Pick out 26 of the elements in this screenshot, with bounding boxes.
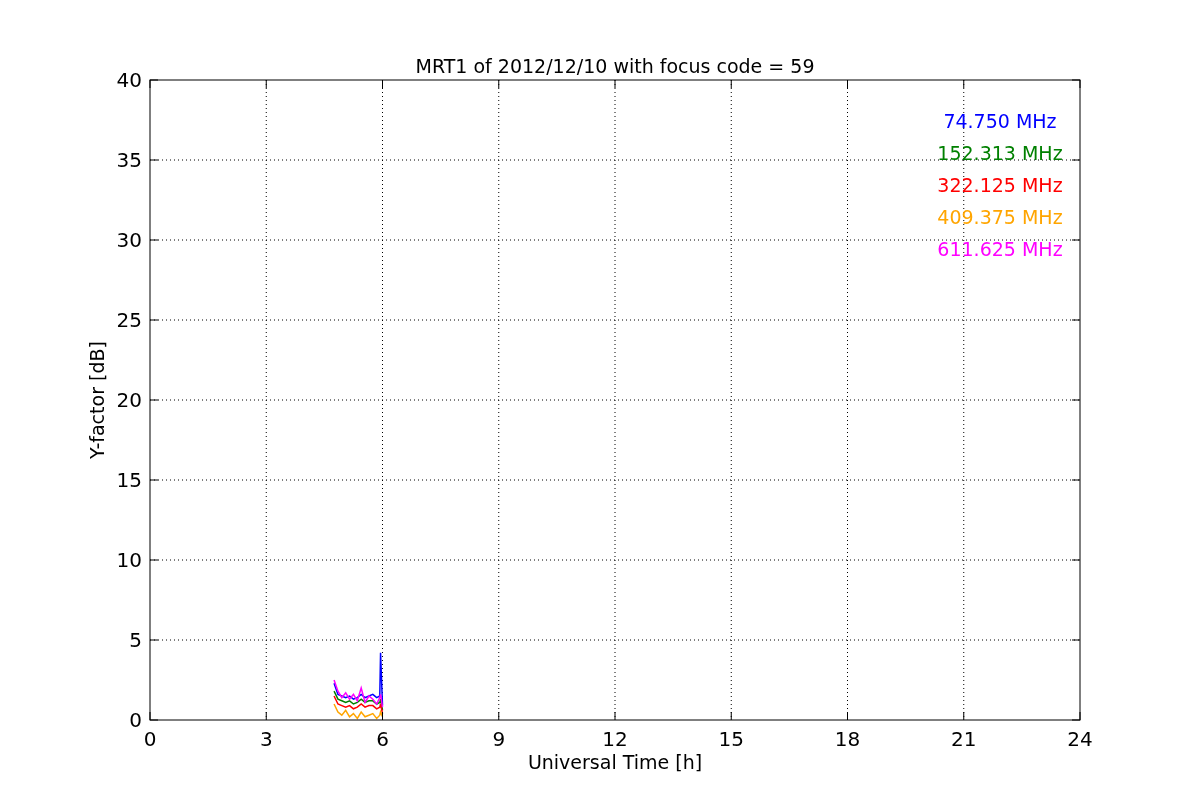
tick-label: 9 xyxy=(492,727,506,751)
tick-label: 0 xyxy=(129,708,142,732)
tick-label: 30 xyxy=(116,228,142,252)
tick-label: 5 xyxy=(129,628,142,652)
axis-label: Universal Time [h] xyxy=(527,751,703,773)
legend-label: 322.125 MHz xyxy=(937,174,1063,196)
legend-label: 74.750 MHz xyxy=(943,110,1057,132)
legend-label: 152.313 MHz xyxy=(937,142,1063,164)
tick-label: 35 xyxy=(116,148,142,172)
tick-label: 24 xyxy=(1067,727,1093,751)
tick-label: 3 xyxy=(259,727,273,751)
tick-label: 15 xyxy=(718,727,744,751)
tick-label: 6 xyxy=(376,727,389,751)
legend-label: 409.375 MHz xyxy=(937,206,1063,228)
tick-label: 40 xyxy=(116,68,142,92)
tick-label: 25 xyxy=(116,308,142,332)
legend-label: 611.625 MHz xyxy=(937,238,1063,260)
tick-label: 0 xyxy=(143,727,157,751)
chart-title: MRT1 of 2012/12/10 with focus code = 59 xyxy=(415,55,815,77)
tick-label: 15 xyxy=(116,468,142,492)
tick-label: 18 xyxy=(834,727,861,751)
tick-label: 20 xyxy=(116,388,142,412)
axis-label: Y-factor [dB] xyxy=(86,341,108,459)
tick-label: 12 xyxy=(602,727,628,751)
tick-label: 10 xyxy=(116,548,142,572)
tick-label: 21 xyxy=(951,727,977,751)
